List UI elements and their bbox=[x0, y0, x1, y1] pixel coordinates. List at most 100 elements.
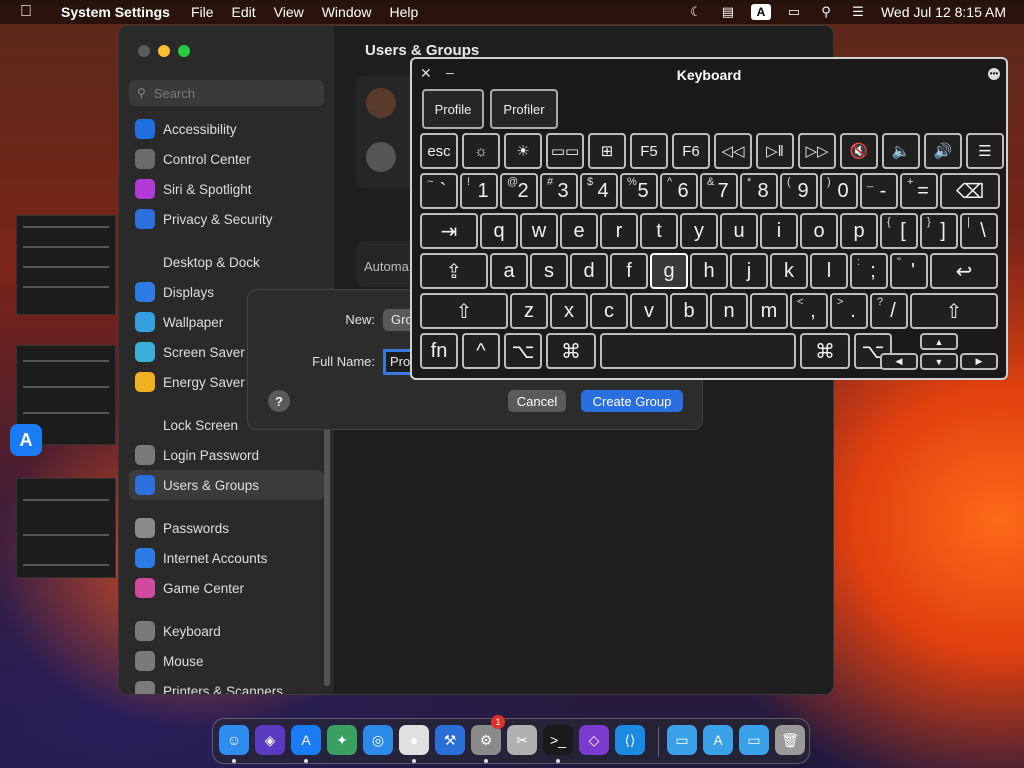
guest-avatar[interactable] bbox=[366, 142, 396, 172]
key-row2-2[interactable]: w bbox=[520, 213, 558, 249]
app-store-icon[interactable]: A bbox=[10, 424, 42, 456]
key-row5-2[interactable]: ⌥ bbox=[504, 333, 542, 369]
spotlight-search-icon[interactable]: ⚲ bbox=[817, 4, 835, 20]
key-row3-3[interactable]: d bbox=[570, 253, 608, 289]
key-row3-0[interactable]: ⇪ bbox=[420, 253, 488, 289]
key-fn-row-11[interactable]: 🔈 bbox=[882, 133, 920, 169]
key-arrow-up[interactable]: ▲ bbox=[920, 333, 958, 350]
key-fn-row-8[interactable]: ▷‖ bbox=[756, 133, 794, 169]
stage-thumbnail-launchpad[interactable] bbox=[16, 478, 116, 578]
system-settings-icon[interactable]: ⚙ bbox=[471, 725, 501, 755]
key-fn-row-10[interactable]: 🔇 bbox=[840, 133, 878, 169]
menu-app-name[interactable]: System Settings bbox=[52, 4, 182, 20]
folder-icon[interactable]: ▭ bbox=[667, 725, 697, 755]
key-row4-9[interactable]: >. bbox=[830, 293, 868, 329]
menu-edit[interactable]: Edit bbox=[223, 4, 265, 20]
key-fn-row-13[interactable]: ☰ bbox=[966, 133, 1004, 169]
menubar-clock[interactable]: Wed Jul 12 8:15 AM bbox=[881, 4, 1006, 20]
key-row2-5[interactable]: t bbox=[640, 213, 678, 249]
key-fn-row-9[interactable]: ▷▷ bbox=[798, 133, 836, 169]
key-row1-3[interactable]: #3 bbox=[540, 173, 578, 209]
maps-icon[interactable]: ✦ bbox=[327, 725, 357, 755]
key-fn-row-0[interactable]: esc bbox=[420, 133, 458, 169]
xcode-icon[interactable]: ⚒ bbox=[435, 725, 465, 755]
key-row3-10[interactable]: :; bbox=[850, 253, 888, 289]
key-row4-6[interactable]: n bbox=[710, 293, 748, 329]
key-fn-row-2[interactable]: ☀ bbox=[504, 133, 542, 169]
menu-window[interactable]: Window bbox=[313, 4, 381, 20]
screen-mirroring-icon[interactable]: ▭ bbox=[785, 4, 803, 20]
key-row2-11[interactable]: {[ bbox=[880, 213, 918, 249]
key-row1-4[interactable]: $4 bbox=[580, 173, 618, 209]
user-avatar[interactable] bbox=[366, 88, 396, 118]
cancel-button[interactable]: Cancel bbox=[508, 390, 566, 412]
finder-icon[interactable]: ☺ bbox=[219, 725, 249, 755]
downloads-folder-icon[interactable]: ▭ bbox=[739, 725, 769, 755]
stage-manager-icon[interactable]: ▤ bbox=[719, 4, 737, 20]
key-arrow-down[interactable]: ▼ bbox=[920, 353, 958, 370]
key-row2-1[interactable]: q bbox=[480, 213, 518, 249]
key-row3-11[interactable]: " ' bbox=[890, 253, 928, 289]
key-row3-1[interactable]: a bbox=[490, 253, 528, 289]
sidebar-item-printers-scanners[interactable]: Printers & Scanners bbox=[129, 676, 324, 694]
vscode-icon[interactable]: ⟨⟩ bbox=[615, 725, 645, 755]
utility-icon[interactable]: ✂ bbox=[507, 725, 537, 755]
sidebar-item-siri-spotlight[interactable]: Siri & Spotlight bbox=[129, 174, 324, 204]
key-row3-7[interactable]: j bbox=[730, 253, 768, 289]
menu-view[interactable]: View bbox=[265, 4, 313, 20]
profile-button[interactable]: Profile bbox=[422, 89, 484, 129]
key-row4-7[interactable]: m bbox=[750, 293, 788, 329]
key-row2-0[interactable]: ⇥ bbox=[420, 213, 478, 249]
key-row2-12[interactable]: }] bbox=[920, 213, 958, 249]
sidebar-item-passwords[interactable]: Passwords bbox=[129, 513, 324, 543]
key-row4-10[interactable]: ? / bbox=[870, 293, 908, 329]
key-row2-7[interactable]: u bbox=[720, 213, 758, 249]
key-row1-10[interactable]: ) 0 bbox=[820, 173, 858, 209]
more-options-icon[interactable]: ••• bbox=[988, 68, 1000, 80]
create-group-button[interactable]: Create Group bbox=[581, 390, 683, 412]
key-fn-row-5[interactable]: F5 bbox=[630, 133, 668, 169]
terminal-icon[interactable]: >_ bbox=[543, 725, 573, 755]
sidebar-item-keyboard[interactable]: Keyboard bbox=[129, 616, 324, 646]
input-source-badge[interactable]: A bbox=[750, 4, 771, 20]
key-row4-3[interactable]: c bbox=[590, 293, 628, 329]
sidebar-item-internet-accounts[interactable]: Internet Accounts bbox=[129, 543, 324, 573]
key-row3-9[interactable]: l bbox=[810, 253, 848, 289]
sidebar-item-desktop-dock[interactable]: Desktop & Dock bbox=[129, 247, 324, 277]
key-row3-12[interactable]: ↩ bbox=[930, 253, 998, 289]
key-row5-5[interactable]: ⌘ bbox=[800, 333, 850, 369]
key-row2-4[interactable]: r bbox=[600, 213, 638, 249]
key-fn-row-3[interactable]: ▭▭ bbox=[546, 133, 584, 169]
key-arrow-left[interactable]: ◀ bbox=[880, 353, 918, 370]
key-row3-2[interactable]: s bbox=[530, 253, 568, 289]
key-row1-1[interactable]: ! 1 bbox=[460, 173, 498, 209]
key-row1-13[interactable]: ⌫ bbox=[940, 173, 1000, 209]
apple-menu-icon[interactable]:  bbox=[0, 3, 52, 21]
profiler-button[interactable]: Profiler bbox=[490, 89, 558, 129]
menu-file[interactable]: File bbox=[182, 4, 223, 20]
safari-icon[interactable]: ◎ bbox=[363, 725, 393, 755]
key-row1-7[interactable]: & 7 bbox=[700, 173, 738, 209]
key-row3-6[interactable]: h bbox=[690, 253, 728, 289]
zoom-window-button[interactable] bbox=[178, 45, 190, 57]
key-row1-2[interactable]: @2 bbox=[500, 173, 538, 209]
key-row3-8[interactable]: k bbox=[770, 253, 808, 289]
key-row1-8[interactable]: * 8 bbox=[740, 173, 778, 209]
sidebar-item-game-center[interactable]: Game Center bbox=[129, 573, 324, 603]
app-store-icon[interactable]: A bbox=[291, 725, 321, 755]
key-fn-row-12[interactable]: 🔊 bbox=[924, 133, 962, 169]
visual-studio-icon[interactable]: ◇ bbox=[579, 725, 609, 755]
sidebar-item-privacy-security[interactable]: Privacy & Security bbox=[129, 204, 324, 234]
sidebar-item-accessibility[interactable]: Accessibility bbox=[129, 114, 324, 144]
key-row5-0[interactable]: fn bbox=[420, 333, 458, 369]
key-row2-8[interactable]: i bbox=[760, 213, 798, 249]
key-row2-9[interactable]: o bbox=[800, 213, 838, 249]
key-row1-12[interactable]: + = bbox=[900, 173, 938, 209]
key-space[interactable] bbox=[600, 333, 796, 369]
focus-moon-icon[interactable]: ☾ bbox=[687, 4, 705, 20]
key-fn-row-1[interactable]: ☼ bbox=[462, 133, 500, 169]
key-row2-3[interactable]: e bbox=[560, 213, 598, 249]
control-center-icon[interactable]: ☰ bbox=[849, 4, 867, 20]
key-row1-0[interactable]: ~ ` bbox=[420, 173, 458, 209]
key-row1-11[interactable]: _ - bbox=[860, 173, 898, 209]
